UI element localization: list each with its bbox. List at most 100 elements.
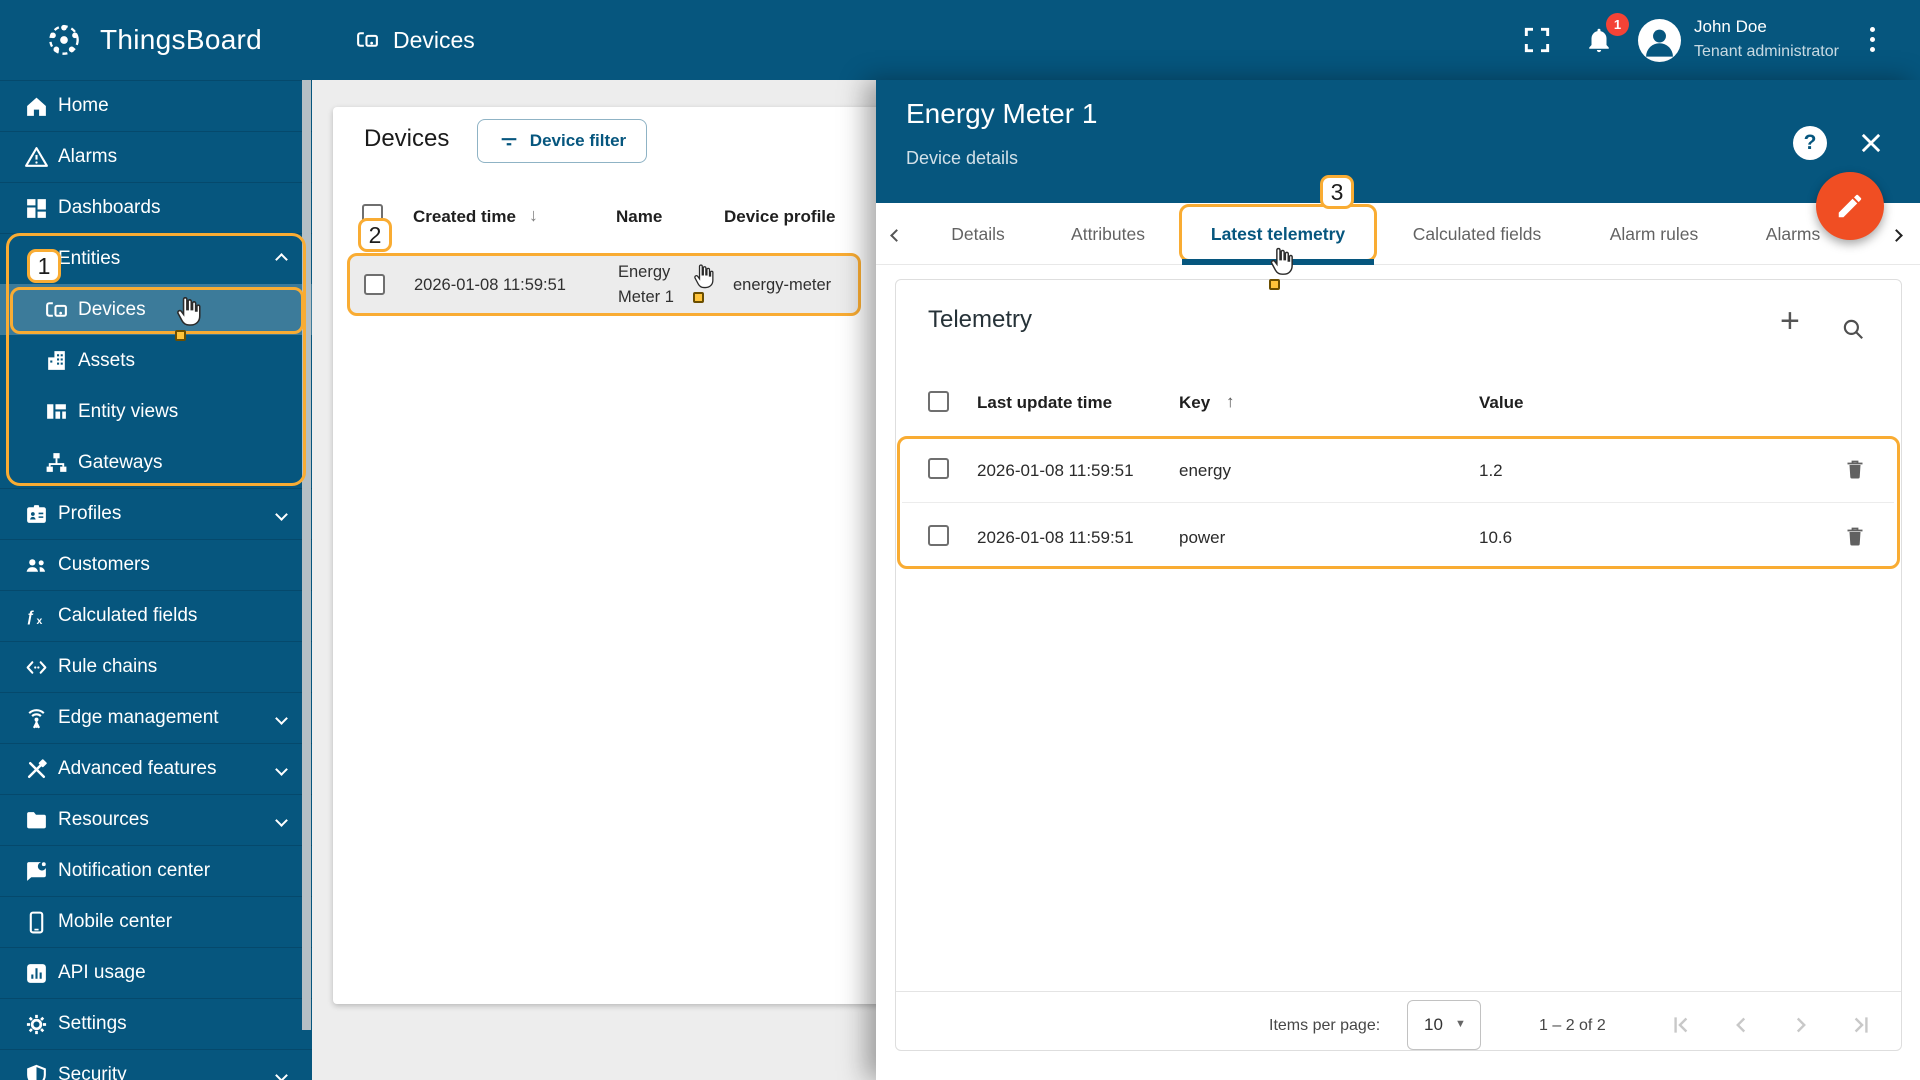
function-fx-icon: ƒx [24, 604, 49, 629]
sidebar-item-label: Advanced features [58, 758, 217, 779]
shield-icon [24, 1063, 49, 1080]
sidebar-item-assets[interactable]: Assets [0, 335, 312, 386]
column-header-last-update-time[interactable]: Last update time [977, 393, 1112, 413]
assets-icon [44, 348, 69, 373]
row-checkbox[interactable] [364, 274, 385, 295]
more-menu-button[interactable] [1870, 27, 1876, 57]
tab-details[interactable]: Details [951, 203, 1005, 265]
help-button[interactable]: ? [1793, 126, 1827, 160]
select-caret-icon: ▼ [1455, 1018, 1466, 1030]
sidebar-item-rule-chains[interactable]: Rule chains [0, 641, 312, 692]
tab-latest-telemetry[interactable]: Latest telemetry [1211, 203, 1345, 265]
devices-icon [44, 297, 69, 322]
sidebar-item-label: Devices [78, 298, 146, 320]
sort-ascending-icon: ↑ [1226, 392, 1235, 411]
thingsboard-app: ThingsBoard Devices 1 John Doe Tenant ad… [0, 0, 1920, 1080]
tab-alarm-rules[interactable]: Alarm rules [1610, 203, 1699, 265]
thingsboard-logo-icon [44, 20, 84, 60]
page-size-select[interactable]: 10 ▼ [1407, 1000, 1481, 1050]
svg-text:ƒ: ƒ [26, 609, 34, 625]
telemetry-value: 10.6 [1479, 528, 1513, 547]
next-page-icon[interactable] [1788, 1012, 1814, 1038]
sidebar-item-alarms[interactable]: Alarms [0, 131, 312, 182]
tab-calculated-fields[interactable]: Calculated fields [1413, 203, 1541, 265]
hand-cursor [690, 262, 718, 303]
sidebar-item-gateways[interactable]: Gateways [0, 437, 312, 488]
column-header-key[interactable]: Key [1179, 393, 1210, 413]
top-bar: ThingsBoard Devices 1 John Doe Tenant ad… [0, 0, 1920, 80]
rule-chains-icon [24, 655, 49, 680]
sidebar-item-calculated-fields[interactable]: ƒx Calculated fields [0, 590, 312, 641]
chevron-down-icon [275, 1069, 288, 1080]
dashboards-icon [24, 196, 49, 221]
row-checkbox[interactable] [928, 525, 949, 546]
sidebar-item-entities[interactable]: Entities [0, 233, 312, 284]
sidebar-item-customers[interactable]: Customers [0, 539, 312, 590]
profiles-icon [24, 502, 49, 527]
select-all-checkbox[interactable] [362, 204, 383, 225]
first-page-icon[interactable] [1668, 1012, 1694, 1038]
sidebar-item-label: Customers [58, 554, 150, 575]
row-device-profile: energy-meter [733, 276, 832, 294]
notification-center-icon [24, 859, 49, 884]
row-divider [902, 502, 1894, 503]
add-telemetry-button[interactable]: + [1780, 302, 1800, 341]
sidebar-item-dashboards[interactable]: Dashboards [0, 182, 312, 233]
sidebar-item-security[interactable]: Security [0, 1049, 312, 1080]
last-page-icon[interactable] [1848, 1012, 1874, 1038]
sidebar-item-home[interactable]: Home [0, 80, 312, 131]
bar-chart-icon [24, 961, 49, 986]
tabs-scroll-left-icon[interactable] [890, 227, 903, 245]
sidebar-item-notification-center[interactable]: Notification center [0, 845, 312, 896]
sidebar-item-label: Profiles [58, 503, 122, 524]
sidebar-item-settings[interactable]: Settings [0, 998, 312, 1049]
customers-icon [24, 553, 49, 578]
sidebar-scrollbar[interactable] [302, 80, 311, 1030]
sidebar-item-mobile-center[interactable]: Mobile center [0, 896, 312, 947]
edit-device-fab[interactable] [1816, 172, 1884, 240]
telemetry-key: power [1179, 528, 1226, 547]
sidebar-item-label: Alarms [58, 146, 118, 167]
delete-trash-icon[interactable] [1843, 457, 1867, 481]
app-name: ThingsBoard [100, 24, 263, 55]
tabs-scroll-right-icon[interactable] [1890, 227, 1903, 245]
column-header-device-profile[interactable]: Device profile [724, 207, 836, 227]
sidebar-item-label: Resources [58, 809, 149, 830]
sidebar-item-label: Mobile center [58, 911, 173, 932]
tab-attributes[interactable]: Attributes [1071, 203, 1145, 265]
column-header-created-time[interactable]: Created time [413, 207, 516, 227]
tab-alarms[interactable]: Alarms [1766, 203, 1820, 265]
column-header-name[interactable]: Name [616, 207, 662, 227]
chevron-down-icon [275, 508, 288, 521]
sidebar-item-edge-management[interactable]: Edge management [0, 692, 312, 743]
sidebar-item-profiles[interactable]: Profiles [0, 488, 312, 539]
entity-views-icon [44, 399, 69, 424]
sidebar-item-api-usage[interactable]: API usage [0, 947, 312, 998]
active-tab-underline [1182, 259, 1374, 265]
telemetry-title: Telemetry [928, 306, 1033, 333]
telemetry-card: Telemetry + Last update time Key ↑ Value… [895, 279, 1902, 1051]
items-per-page-label: Items per page: [1269, 1017, 1381, 1034]
entities-icon [24, 247, 49, 272]
chevron-down-icon [275, 763, 288, 776]
sidebar-item-advanced-features[interactable]: Advanced features [0, 743, 312, 794]
page-range-label: 1 – 2 of 2 [1539, 1017, 1606, 1034]
chevron-up-icon [275, 253, 288, 266]
delete-trash-icon[interactable] [1843, 524, 1867, 548]
sidebar-item-resources[interactable]: Resources [0, 794, 312, 845]
close-icon[interactable] [1857, 129, 1885, 157]
sidebar-item-label: Entity views [78, 400, 179, 422]
previous-page-icon[interactable] [1728, 1012, 1754, 1038]
column-header-value[interactable]: Value [1479, 393, 1523, 413]
device-table-row[interactable]: 2026-01-08 11:59:51 Energy Meter 1 energy… [347, 253, 861, 316]
sidebar-item-devices[interactable]: Devices [0, 284, 312, 335]
sidebar-item-label: Notification center [58, 860, 211, 881]
sidebar-nav: Home Alarms Dashboards Entities Devices … [0, 80, 312, 1080]
telemetry-select-all-checkbox[interactable] [928, 391, 949, 412]
fullscreen-button[interactable] [1521, 24, 1553, 56]
search-icon[interactable] [1840, 316, 1866, 342]
device-filter-button[interactable]: Device filter [477, 119, 647, 163]
sidebar-item-entity-views[interactable]: Entity views [0, 386, 312, 437]
row-checkbox[interactable] [928, 458, 949, 479]
user-avatar[interactable] [1638, 19, 1681, 62]
